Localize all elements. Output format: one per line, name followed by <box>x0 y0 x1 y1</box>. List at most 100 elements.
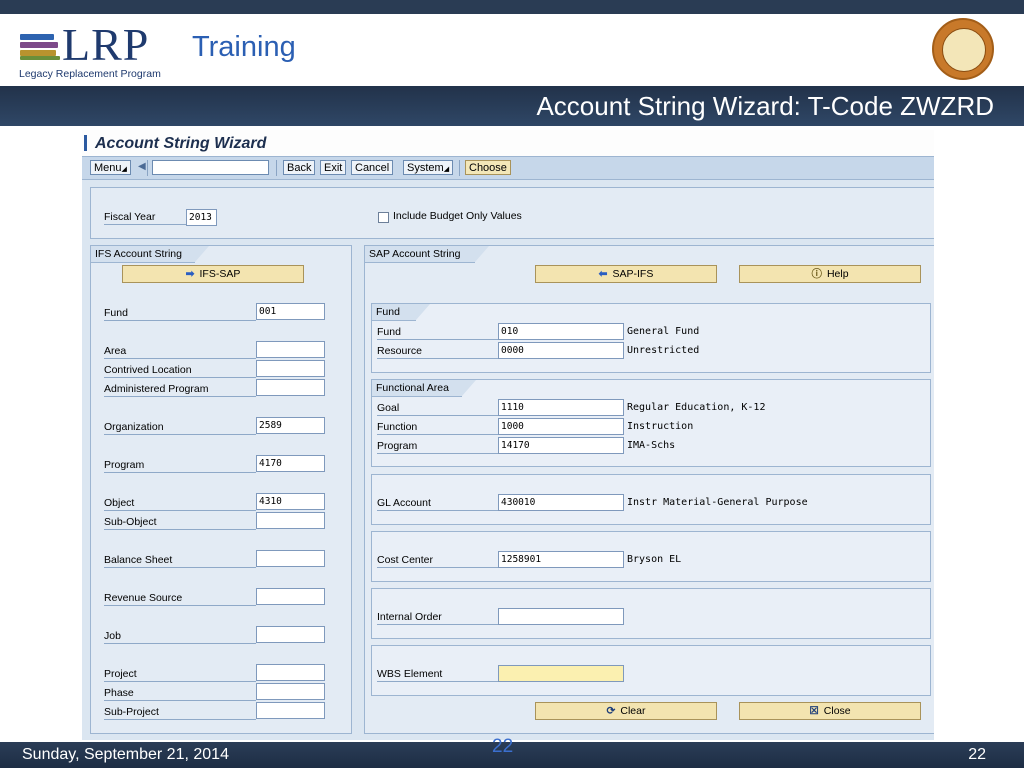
sap-program-field[interactable]: 14170 <box>498 437 624 454</box>
slide-title-bar: Account String Wizard: T-Code ZWZRD <box>0 86 1024 126</box>
ifs-revenue-source-field[interactable] <box>256 588 325 605</box>
ifs-sap-label: IFS-SAP <box>199 268 241 280</box>
fiscal-year-field[interactable]: 2013 <box>186 209 217 226</box>
fund-group: Fund Fund 010 General Fund Resource 0000… <box>371 303 931 373</box>
logo-text: LRP <box>62 19 150 70</box>
internal-order-label: Internal Order <box>377 610 498 625</box>
sap-goal-label: Goal <box>377 401 498 416</box>
functional-area-group: Functional Area Goal 1110 Regular Educat… <box>371 379 931 467</box>
include-budget-checkbox[interactable] <box>378 212 389 223</box>
help-button[interactable]: ⓘ Help <box>739 265 921 283</box>
functional-area-title: Functional Area <box>372 380 476 397</box>
sap-function-label: Function <box>377 420 498 435</box>
ifs-object-label: Object <box>104 496 256 511</box>
ifs-program-label: Program <box>104 458 256 473</box>
fiscal-year-label: Fiscal Year <box>104 210 186 225</box>
refresh-icon: ⟳ <box>606 705 616 717</box>
sap-ifs-label: SAP-IFS <box>612 268 654 280</box>
slide-top-band <box>0 0 1024 14</box>
ifs-fund-field[interactable]: 001 <box>256 303 325 320</box>
ifs-phase-label: Phase <box>104 686 256 701</box>
sap-function-desc: Instruction <box>627 421 694 432</box>
ifs-object-field[interactable]: 4310 <box>256 493 325 510</box>
clear-label: Clear <box>620 705 646 717</box>
exit-button[interactable]: Exit <box>320 160 347 175</box>
cost-center-label: Cost Center <box>377 553 498 568</box>
ifs-panel: IFS Account String ➡ IFS-SAP Fund 001 Are… <box>90 245 352 734</box>
district-seal-icon <box>932 18 994 80</box>
sap-panel-title: SAP Account String <box>365 246 489 263</box>
sap-fund-field[interactable]: 010 <box>498 323 624 340</box>
choose-button[interactable]: Choose <box>465 160 511 175</box>
wbs-element-field[interactable] <box>498 665 624 682</box>
sap-resource-desc: Unrestricted <box>627 345 700 356</box>
toolbar-separator <box>276 160 277 176</box>
cost-center-group: Cost Center 1258901 Bryson EL <box>371 531 931 582</box>
chevron-down-icon: ◢ <box>121 166 127 173</box>
fund-group-title: Fund <box>372 304 430 321</box>
menu-button[interactable]: Menu◢ <box>90 160 131 175</box>
system-button[interactable]: System◢ <box>403 160 454 175</box>
back-arrow-icon[interactable]: ◀ <box>138 161 146 172</box>
cancel-button[interactable]: Cancel <box>351 160 394 175</box>
ifs-program-field[interactable]: 4170 <box>256 455 325 472</box>
close-icon: ☒ <box>809 705 819 717</box>
ifs-balance-sheet-field[interactable] <box>256 550 325 567</box>
clear-button[interactable]: ⟳ Clear <box>535 702 717 720</box>
logo-training: Training <box>192 31 296 63</box>
internal-order-field[interactable] <box>498 608 624 625</box>
ifs-contrived-location-field[interactable] <box>256 360 325 377</box>
toolbar-separator <box>459 160 460 176</box>
ifs-panel-title: IFS Account String <box>91 246 209 263</box>
cost-center-field[interactable]: 1258901 <box>498 551 624 568</box>
command-field[interactable] <box>152 160 269 175</box>
sap-resource-label: Resource <box>377 344 498 359</box>
system-button-label: System <box>407 162 444 174</box>
header-panel: Fiscal Year 2013 Include Budget Only Val… <box>90 187 934 239</box>
sap-function-field[interactable]: 1000 <box>498 418 624 435</box>
ifs-phase-field[interactable] <box>256 683 325 700</box>
ifs-sub-project-label: Sub-Project <box>104 705 256 720</box>
ifs-organization-field[interactable]: 2589 <box>256 417 325 434</box>
ifs-area-label: Area <box>104 344 256 359</box>
ifs-administered-program-field[interactable] <box>256 379 325 396</box>
wbs-element-group: WBS Element <box>371 645 931 696</box>
ifs-administered-program-label: Administered Program <box>104 382 256 397</box>
ifs-sub-object-field[interactable] <box>256 512 325 529</box>
close-button[interactable]: ☒ Close <box>739 702 921 720</box>
back-button[interactable]: Back <box>283 160 316 175</box>
sap-panel: SAP Account String ⬅ SAP-IFS ⓘ Help Fund F… <box>364 245 934 734</box>
gl-account-field[interactable]: 430010 <box>498 494 624 511</box>
sap-window: Account String Wizard Menu◢ ◀ Back Exit … <box>82 130 934 740</box>
internal-order-group: Internal Order <box>371 588 931 639</box>
gl-account-group: GL Account 430010 Instr Material-General… <box>371 474 931 525</box>
sap-ifs-button[interactable]: ⬅ SAP-IFS <box>535 265 717 283</box>
ifs-project-field[interactable] <box>256 664 325 681</box>
logo-subtitle: Legacy Replacement Program <box>19 68 161 80</box>
sap-goal-field[interactable]: 1110 <box>498 399 624 416</box>
sap-goal-desc: Regular Education, K-12 <box>627 402 766 413</box>
ifs-area-field[interactable] <box>256 341 325 358</box>
ifs-project-label: Project <box>104 667 256 682</box>
menu-button-label: Menu <box>94 162 122 174</box>
sap-resource-field[interactable]: 0000 <box>498 342 624 359</box>
ifs-sub-object-label: Sub-Object <box>104 515 256 530</box>
ghost-page-number: 22 <box>492 736 514 757</box>
ifs-organization-label: Organization <box>104 420 256 435</box>
logo-books-icon <box>20 34 60 62</box>
ifs-contrived-location-label: Contrived Location <box>104 363 256 378</box>
ifs-job-field[interactable] <box>256 626 325 643</box>
ifs-balance-sheet-label: Balance Sheet <box>104 553 256 568</box>
ifs-sap-button[interactable]: ➡ IFS-SAP <box>122 265 304 283</box>
window-title: Account String Wizard <box>95 135 267 152</box>
help-icon: ⓘ <box>811 268 822 280</box>
sap-fund-desc: General Fund <box>627 326 700 337</box>
arrow-right-icon: ➡ <box>185 268 195 280</box>
footer-date: Sunday, September 21, 2014 <box>22 746 229 763</box>
cost-center-desc: Bryson EL <box>627 554 682 565</box>
window-title-bar: Account String Wizard <box>82 130 934 156</box>
page-number: 22 <box>968 746 986 763</box>
title-accent <box>84 135 87 151</box>
ifs-sub-project-field[interactable] <box>256 702 325 719</box>
sap-program-desc: IMA-Schs <box>627 440 676 451</box>
